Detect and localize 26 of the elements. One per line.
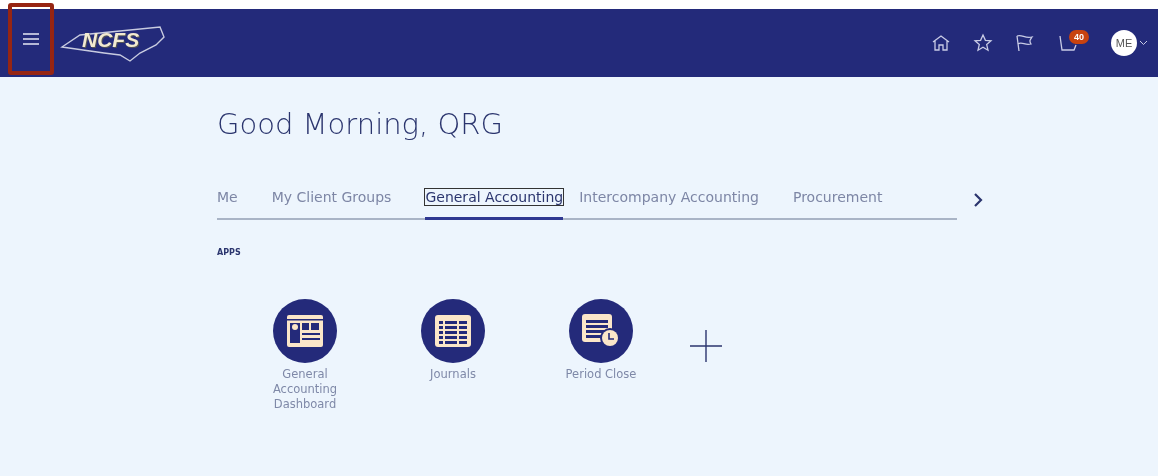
tab[interactable]: Intercompany Accounting bbox=[579, 189, 759, 220]
logo: NCFS bbox=[82, 28, 140, 52]
tab[interactable]: Me bbox=[217, 189, 238, 220]
calendar-clock-icon bbox=[582, 314, 620, 348]
star-button[interactable] bbox=[973, 33, 993, 53]
add-button[interactable] bbox=[689, 329, 723, 363]
menu-icon bbox=[23, 33, 39, 45]
app-tile[interactable]: Period Close bbox=[533, 299, 669, 382]
flag-button[interactable] bbox=[1015, 33, 1035, 53]
home-button[interactable] bbox=[931, 33, 951, 53]
notifications-button[interactable]: 40 bbox=[1057, 32, 1089, 54]
chevron-down-icon bbox=[1139, 40, 1148, 46]
menu-button[interactable] bbox=[8, 3, 54, 75]
tab[interactable]: Procurement bbox=[792, 189, 883, 220]
app-tile[interactable]: General Accounting Dashboard bbox=[237, 299, 373, 412]
tab[interactable]: General Accounting bbox=[425, 189, 564, 220]
notification-count: 40 bbox=[1069, 30, 1089, 44]
next-button[interactable] bbox=[973, 192, 983, 207]
tab[interactable]: My Client Groups bbox=[271, 189, 392, 220]
dashboard-icon bbox=[287, 315, 323, 347]
chevron-right-icon bbox=[973, 192, 983, 207]
app-tile[interactable]: Journals bbox=[385, 299, 521, 382]
greeting: Good Morning, QRG bbox=[217, 107, 504, 141]
plus-icon bbox=[689, 329, 723, 363]
section-title: APPS bbox=[217, 248, 242, 257]
table-icon bbox=[435, 315, 471, 347]
